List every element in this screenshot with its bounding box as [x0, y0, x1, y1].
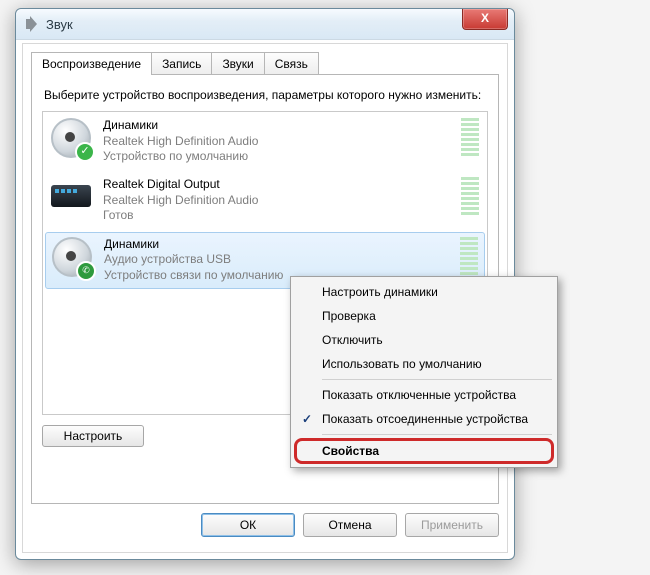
ctx-configure-speakers[interactable]: Настроить динамики [294, 280, 554, 304]
device-driver: Realtek High Definition Audio [103, 134, 455, 150]
ctx-use-default[interactable]: Использовать по умолчанию [294, 352, 554, 376]
dialog-buttons: ОК Отмена Применить [23, 513, 507, 547]
device-driver: Аудио устройства USB [104, 252, 454, 268]
device-name: Realtek Digital Output [103, 177, 455, 193]
titlebar[interactable]: Звук X [16, 9, 514, 40]
apply-button[interactable]: Применить [405, 513, 499, 537]
device-row[interactable]: ✓ Динамики Realtek High Definition Audio… [43, 112, 487, 171]
speaker-device-icon: ✓ [51, 118, 91, 158]
speaker-device-icon: ✆ [52, 237, 92, 277]
tab-playback[interactable]: Воспроизведение [31, 52, 152, 75]
level-meter [460, 237, 478, 277]
level-meter [461, 177, 479, 217]
cancel-button[interactable]: Отмена [303, 513, 397, 537]
comm-default-icon: ✆ [76, 261, 96, 281]
device-driver: Realtek High Definition Audio [103, 193, 455, 209]
ok-button[interactable]: ОК [201, 513, 295, 537]
default-check-icon: ✓ [75, 142, 95, 162]
menu-separator [322, 434, 552, 435]
device-name: Динамики [104, 237, 454, 253]
instruction-text: Выберите устройство воспроизведения, пар… [44, 87, 486, 103]
device-row[interactable]: Realtek Digital Output Realtek High Defi… [43, 171, 487, 230]
configure-button[interactable]: Настроить [42, 425, 144, 447]
speaker-icon [24, 16, 40, 32]
digital-output-icon [51, 177, 91, 217]
ctx-disable[interactable]: Отключить [294, 328, 554, 352]
tab-comm[interactable]: Связь [264, 52, 319, 75]
ctx-show-disabled[interactable]: Показать отключенные устройства [294, 383, 554, 407]
tab-sounds[interactable]: Звуки [211, 52, 264, 75]
tab-recording[interactable]: Запись [151, 52, 212, 75]
level-meter [461, 118, 479, 158]
context-menu[interactable]: Настроить динамики Проверка Отключить Ис… [290, 276, 558, 468]
device-status: Устройство по умолчанию [103, 149, 455, 165]
tab-strip: Воспроизведение Запись Звуки Связь [23, 44, 507, 75]
ctx-test[interactable]: Проверка [294, 304, 554, 328]
menu-separator [322, 379, 552, 380]
ctx-show-disconnected[interactable]: Показать отсоединенные устройства [294, 407, 554, 431]
device-status: Готов [103, 208, 455, 224]
device-name: Динамики [103, 118, 455, 134]
close-button[interactable]: X [462, 9, 508, 30]
ctx-properties[interactable]: Свойства [294, 438, 554, 464]
window-title: Звук [46, 17, 73, 32]
